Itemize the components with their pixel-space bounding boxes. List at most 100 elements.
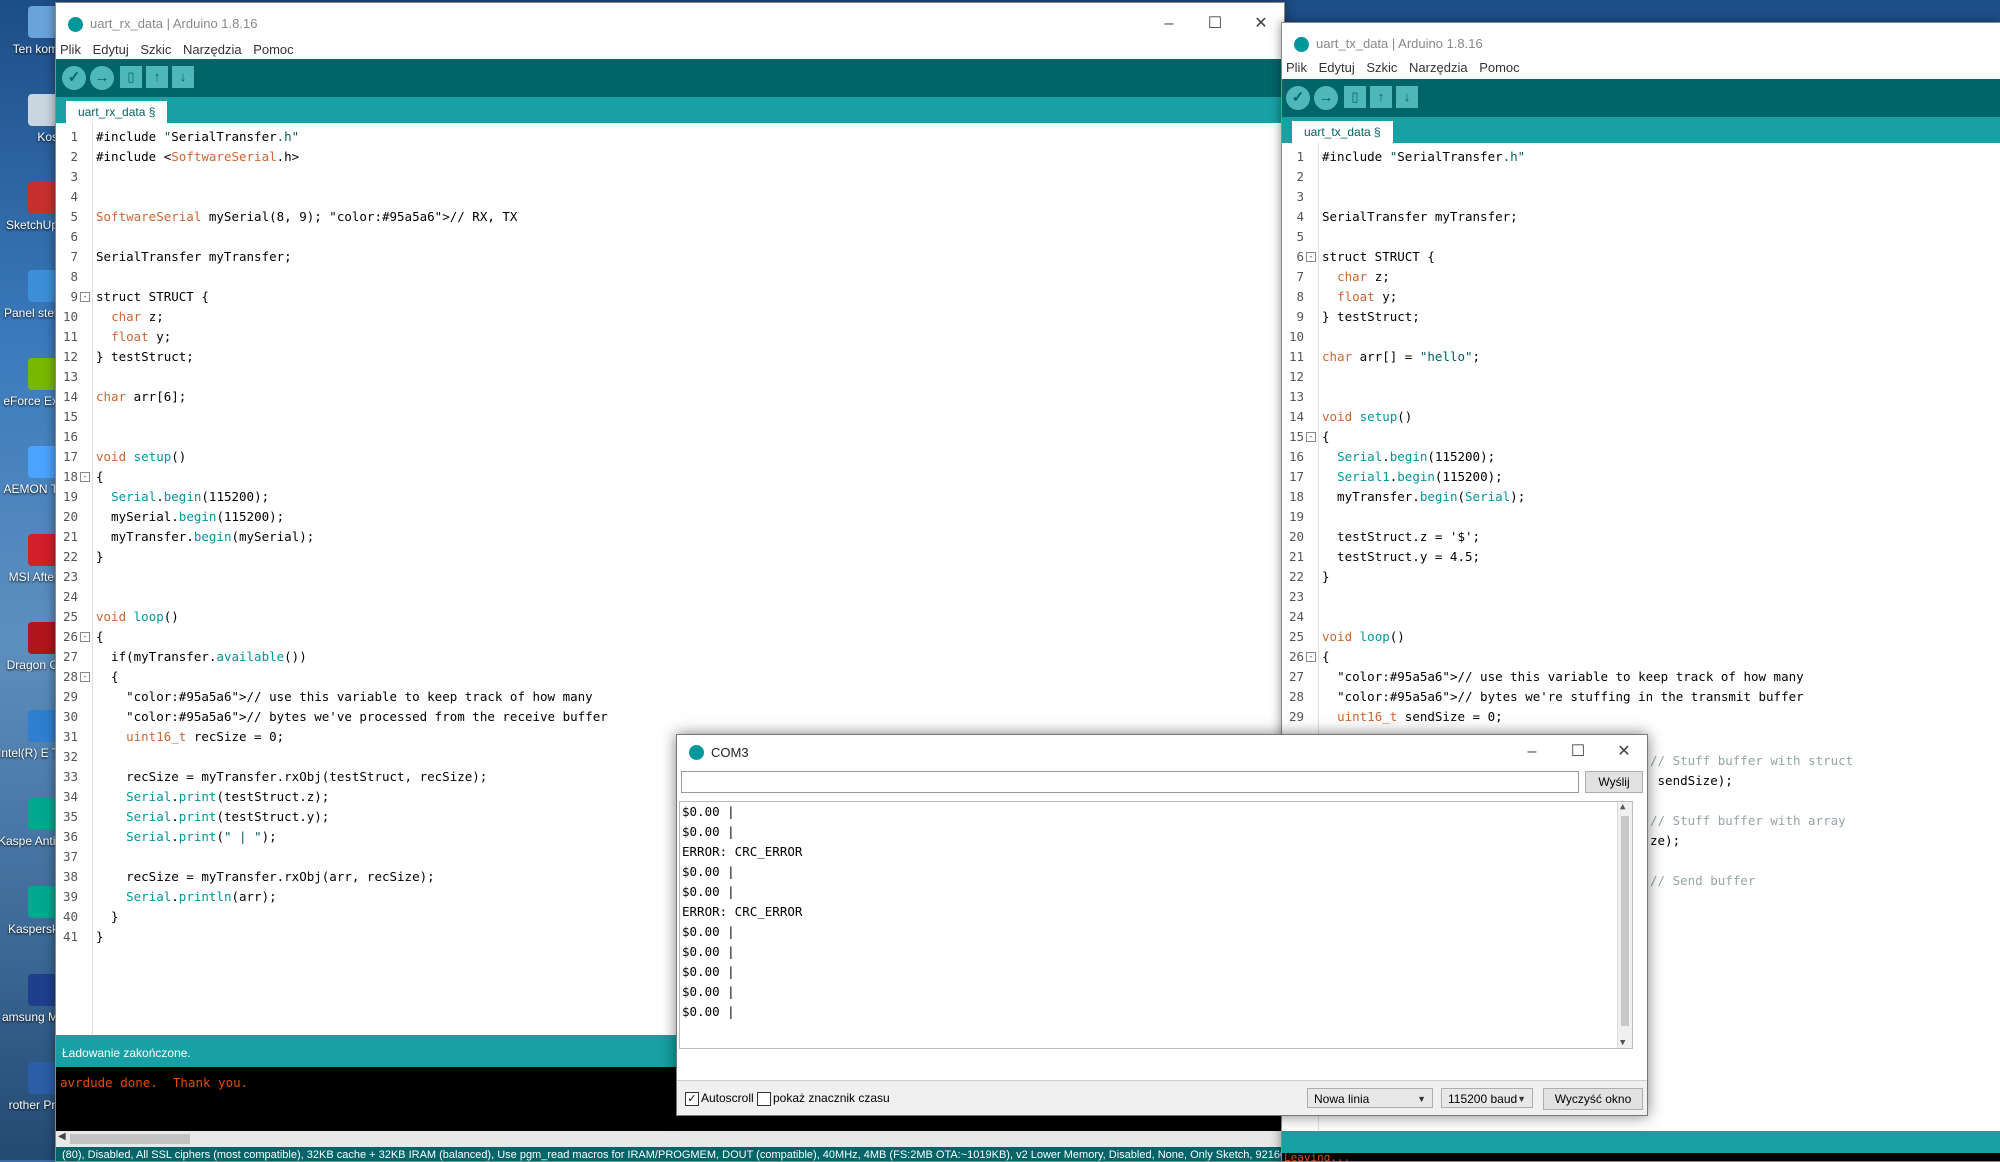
- verify-icon[interactable]: ✓: [62, 66, 86, 90]
- menu-szkic[interactable]: Szkic: [136, 39, 175, 57]
- scroll-left-icon[interactable]: ◀: [58, 1131, 66, 1142]
- fold-toggle-icon[interactable]: -: [80, 632, 90, 642]
- line-number: 28: [62, 669, 78, 684]
- scroll-up-icon[interactable]: ▲: [1620, 802, 1625, 812]
- fold-toggle-icon[interactable]: -: [1306, 432, 1316, 442]
- scrollbar-thumb[interactable]: [70, 1134, 190, 1144]
- desktop-icon[interactable]: Dragon C: [0, 622, 60, 702]
- autoscroll-label: Autoscroll: [701, 1091, 754, 1105]
- desktop-icon[interactable]: Kos: [0, 94, 60, 174]
- desktop-icon[interactable]: rother Pri: [0, 1062, 60, 1142]
- desktop-icon[interactable]: amsung M: [0, 974, 60, 1054]
- upload-icon[interactable]: →: [1314, 86, 1338, 110]
- desktop-icon-label: SketchUp: [5, 218, 58, 232]
- desktop-icon[interactable]: AEMON T: [0, 446, 60, 526]
- menu-narzedzia[interactable]: Narzędzia: [179, 39, 246, 57]
- menu-szkic[interactable]: Szkic: [1362, 57, 1401, 75]
- serial-footer: ✓ Autoscroll pokaż znacznik czasu Nowa l…: [677, 1080, 1647, 1115]
- desktop-icon[interactable]: Kaspe Anti-V: [0, 798, 60, 878]
- tab-uart-rx-data[interactable]: uart_rx_data §: [66, 101, 168, 123]
- board-info-text: (80), Disabled, All SSL ciphers (most co…: [62, 1149, 1284, 1161]
- open-sketch-icon[interactable]: ↑: [146, 66, 168, 88]
- verify-icon[interactable]: ✓: [1286, 86, 1310, 110]
- desktop-icon-label: Intel(R) E Tuning U: [0, 746, 58, 760]
- code-text: char z;: [111, 309, 164, 324]
- menu-plik[interactable]: Plik: [1282, 57, 1311, 75]
- com3-title: COM3: [711, 745, 749, 760]
- line-number: 13: [1288, 389, 1304, 404]
- arduino-logo-icon: [1294, 37, 1309, 52]
- line-ending-select[interactable]: Nowa linia ▼: [1307, 1088, 1433, 1108]
- desktop-icon[interactable]: Intel(R) E Tuning U: [0, 710, 60, 790]
- rx-menubar: Plik Edytuj Szkic Narzędzia Pomoc: [56, 39, 1284, 61]
- rx-horizontal-scrollbar[interactable]: ◀: [56, 1131, 1284, 1147]
- minimize-icon[interactable]: –: [1509, 735, 1555, 769]
- scrollbar-thumb[interactable]: [1621, 816, 1629, 1026]
- line-number: 4: [70, 189, 78, 204]
- serial-input[interactable]: [682, 772, 1570, 790]
- tx-menubar: Plik Edytuj Szkic Narzędzia Pomoc: [1282, 57, 2000, 79]
- new-sketch-icon[interactable]: ▯: [120, 66, 142, 88]
- menu-pomoc[interactable]: Pomoc: [1475, 57, 1523, 75]
- serial-input-field[interactable]: [681, 771, 1579, 793]
- line-number: 26: [62, 629, 78, 644]
- menu-pomoc[interactable]: Pomoc: [249, 39, 297, 57]
- chevron-down-icon: ▼: [1517, 1094, 1526, 1104]
- fold-toggle-icon[interactable]: -: [80, 472, 90, 482]
- code-text: if(myTransfer.available()): [96, 649, 307, 664]
- line-number: 27: [1288, 669, 1304, 684]
- line-number: 22: [62, 549, 78, 564]
- upload-icon[interactable]: →: [90, 66, 114, 90]
- desktop-icon-label: rother Pri: [8, 1098, 58, 1112]
- autoscroll-checkbox[interactable]: ✓: [685, 1092, 699, 1106]
- code-text: }: [96, 929, 104, 944]
- fold-toggle-icon[interactable]: -: [1306, 252, 1316, 262]
- desktop-icon[interactable]: Panel ster: [0, 270, 60, 350]
- baud-rate-select[interactable]: 115200 baud ▼: [1441, 1088, 1533, 1108]
- timestamp-checkbox[interactable]: [757, 1092, 771, 1106]
- menu-plik[interactable]: Plik: [56, 39, 85, 57]
- open-sketch-icon[interactable]: ↑: [1370, 86, 1392, 108]
- desktop-icon[interactable]: Kaspersk: [0, 886, 60, 966]
- desktop-icon-label: eForce Ex: [3, 394, 58, 408]
- upload-status-text: Ładowanie zakończone.: [62, 1046, 191, 1060]
- serial-output-line: $0.00 |: [682, 804, 735, 819]
- serial-output-area: ▲ ▼ $0.00 | $0.00 | ERROR: CRC_ERROR $0.00 …: [679, 801, 1633, 1049]
- line-number: 30: [62, 709, 78, 724]
- fold-toggle-icon[interactable]: -: [1306, 652, 1316, 662]
- new-sketch-icon[interactable]: ▯: [1344, 86, 1366, 108]
- maximize-icon[interactable]: ☐: [1555, 735, 1601, 769]
- line-number: 5: [1296, 229, 1304, 244]
- line-number: 23: [62, 569, 78, 584]
- line-number: 8: [70, 269, 78, 284]
- code-text: }: [96, 909, 119, 924]
- desktop-icon[interactable]: SketchUp: [0, 182, 60, 262]
- code-text: void setup(): [1322, 409, 1413, 424]
- send-button[interactable]: Wyślij: [1585, 771, 1643, 793]
- code-fragment: ze);: [1650, 833, 1681, 848]
- scroll-down-icon[interactable]: ▼: [1620, 1038, 1625, 1048]
- desktop-icon[interactable]: eForce Ex: [0, 358, 60, 438]
- line-number: 37: [62, 849, 78, 864]
- code-text: char arr[6];: [96, 389, 187, 404]
- clear-output-button[interactable]: Wyczyść okno: [1543, 1088, 1643, 1110]
- close-icon[interactable]: ✕: [1601, 735, 1647, 769]
- code-text: mySerial.begin(115200);: [96, 509, 285, 524]
- line-number: 38: [62, 869, 78, 884]
- save-sketch-icon[interactable]: ↓: [1396, 86, 1418, 108]
- serial-output-line: $0.00 |: [682, 964, 735, 979]
- line-number: 22: [1288, 569, 1304, 584]
- line-number: 35: [62, 809, 78, 824]
- menu-edytuj[interactable]: Edytuj: [89, 39, 133, 57]
- code-text: void setup(): [96, 449, 187, 464]
- desktop-icon[interactable]: MSI After: [0, 534, 60, 614]
- desktop-icon[interactable]: Ten kom: [0, 6, 60, 86]
- save-sketch-icon[interactable]: ↓: [172, 66, 194, 88]
- fold-toggle-icon[interactable]: -: [80, 292, 90, 302]
- serial-vertical-scrollbar[interactable]: ▲ ▼: [1617, 802, 1632, 1048]
- menu-edytuj[interactable]: Edytuj: [1315, 57, 1359, 75]
- menu-narzedzia[interactable]: Narzędzia: [1405, 57, 1472, 75]
- fold-toggle-icon[interactable]: -: [80, 672, 90, 682]
- line-number: 27: [62, 649, 78, 664]
- tab-uart-tx-data[interactable]: uart_tx_data §: [1292, 121, 1393, 143]
